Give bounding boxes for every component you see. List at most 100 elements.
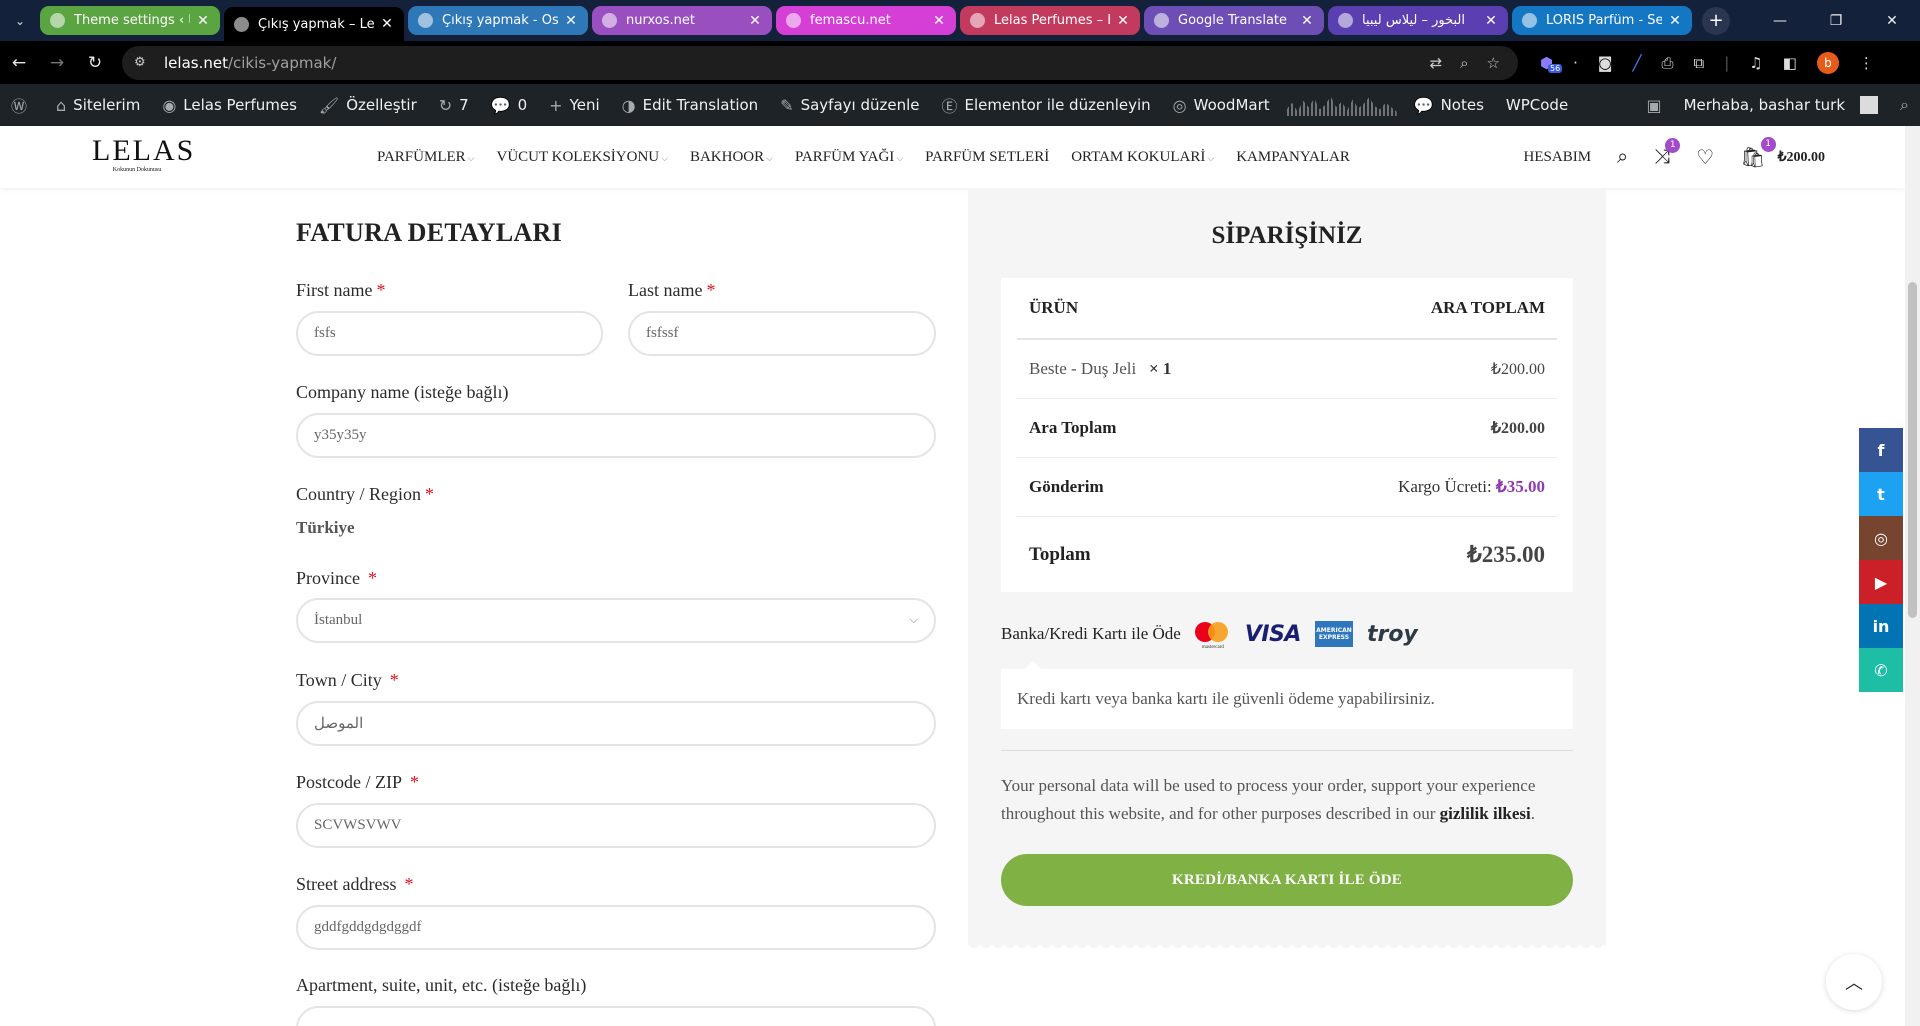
admin-bar-notes[interactable]: 💬 Notes [1403, 84, 1495, 126]
browser-tab[interactable]: Google Translate ✕ [1144, 6, 1324, 35]
nav-item[interactable]: ORTAM KOKULARİ ⌵ [1071, 149, 1214, 166]
zoom-icon[interactable]: ⌕ [1460, 54, 1468, 72]
scroll-to-top-button[interactable]: ︿ [1826, 954, 1882, 1010]
tab-close-icon[interactable]: ✕ [196, 13, 210, 29]
tab-close-icon[interactable]: ✕ [380, 16, 394, 32]
minimize-icon[interactable]: — [1752, 0, 1808, 41]
tab-close-icon[interactable]: ✕ [564, 13, 578, 29]
instagram-icon[interactable]: ◎ [1859, 516, 1903, 560]
notes-label: Notes [1440, 96, 1484, 114]
main-navigation: PARFÜMLER ⌵ VÜCUT KOLEKSİYONU ⌵ BAKHOOR ⌵ PARF… [377, 126, 1350, 188]
restore-icon[interactable]: ❐ [1808, 0, 1864, 41]
search-icon[interactable]: ⌕ [1617, 146, 1628, 169]
admin-bar-wpcode[interactable]: WPCode [1495, 84, 1579, 126]
nav-item[interactable]: PARFÜM YAĞI ⌵ [795, 149, 903, 166]
site-info-icon[interactable]: ⚙ [134, 55, 152, 70]
tab-close-icon[interactable]: ✕ [1484, 13, 1498, 29]
admin-bar-item[interactable]: 🖌 Özelleştir [308, 84, 428, 126]
browser-menu-icon[interactable]: ⋮ [1859, 54, 1874, 72]
tab-close-icon[interactable]: ✕ [1668, 13, 1682, 29]
plus-icon: + [549, 95, 563, 115]
browser-tab[interactable]: Çıkış yapmak – Lelas ✕ [224, 7, 404, 41]
admin-bar-item[interactable]: 💬 0 [480, 84, 538, 126]
browser-toolbar: ← → ↻ ⚙ lelas.net/cikis-yapmak/ ⇄ ⌕ ☆ ⬢ 5… [0, 41, 1920, 84]
site-logo[interactable]: LELAS Kokunun Dokunusu [92, 136, 193, 174]
browser-tab[interactable]: Lelas Perfumes – Kol ✕ [960, 6, 1140, 35]
translate-page-icon[interactable]: ⇄ [1430, 54, 1443, 72]
camera-icon[interactable]: ◙ [1598, 54, 1613, 72]
privacy-policy-link[interactable]: gizlilik ilkesi [1440, 804, 1531, 823]
side-panel-icon[interactable]: ◧ [1783, 54, 1797, 72]
close-window-icon[interactable]: ✕ [1864, 0, 1920, 41]
subtotal-label: Ara Toplam [1029, 418, 1117, 437]
new-tab-button[interactable]: + [1702, 6, 1730, 35]
admin-bar-item[interactable]: ✎ Sayfayı düzenle [769, 84, 930, 126]
city-input[interactable]: الموصل [296, 701, 936, 746]
visa-icon: VISA [1244, 621, 1302, 647]
extension-badge-icon[interactable]: ⬢ 56 [1540, 54, 1563, 73]
analytics-sparkline[interactable] [1286, 96, 1397, 116]
profile-avatar[interactable]: b [1816, 51, 1839, 74]
province-label: Province * [296, 568, 377, 588]
nav-item[interactable]: BAKHOOR ⌵ [690, 149, 773, 166]
nav-item[interactable]: PARFÜMLER ⌵ [377, 149, 474, 166]
browser-tab[interactable]: Çıkış yapmak - Osma ✕ [408, 6, 588, 35]
tab-close-icon[interactable]: ✕ [932, 13, 946, 29]
admin-bar-item[interactable]: ◎ WoodMart [1162, 84, 1281, 126]
admin-bar-search[interactable]: ⌕ [1889, 84, 1920, 126]
printer-icon[interactable]: ⎙ [1661, 54, 1673, 72]
street-input[interactable]: gddfgddgdgdggdf [296, 905, 936, 950]
browser-tab[interactable]: nurxos.net ✕ [592, 6, 772, 35]
back-button[interactable]: ← [0, 41, 38, 84]
admin-bar-item[interactable]: ◉ Lelas Perfumes [151, 84, 308, 126]
tab-close-icon[interactable]: ✕ [1116, 13, 1130, 29]
linkedin-icon[interactable]: in [1859, 604, 1903, 648]
address-bar[interactable]: ⚙ lelas.net/cikis-yapmak/ ⇄ ⌕ ☆ [122, 45, 1518, 80]
youtube-icon[interactable]: ▶ [1859, 560, 1903, 604]
nav-item[interactable]: PARFÜM SETLERİ [925, 149, 1049, 166]
admin-bar-item[interactable]: + Yeni [538, 84, 610, 126]
admin-bar-item[interactable]: ⌂ Sitelerim [45, 84, 151, 126]
tab-close-icon[interactable]: ✕ [748, 13, 762, 29]
url-host: lelas.net [164, 53, 228, 72]
place-order-button[interactable]: KREDİ/BANKA KARTI İLE ÖDE [1001, 854, 1573, 906]
admin-bar-item[interactable]: ↻ 7 [428, 84, 480, 126]
browser-tab[interactable]: LORİS Parfüm - Seni ✕ [1512, 6, 1692, 35]
account-link[interactable]: HESABIM [1524, 149, 1592, 166]
admin-bar-notification-icon[interactable]: ▣ [1635, 84, 1672, 126]
forward-button[interactable]: → [38, 41, 76, 84]
tab-search-chevron-icon[interactable]: ⌄ [0, 0, 40, 41]
browser-tab[interactable]: femascu.net ✕ [776, 6, 956, 35]
company-input[interactable]: y35y35y [296, 413, 936, 458]
whatsapp-icon[interactable]: ✆ [1859, 648, 1903, 692]
facebook-icon[interactable]: f [1859, 428, 1903, 472]
apartment-input[interactable] [296, 1006, 936, 1026]
nav-item[interactable]: VÜCUT KOLEKSİYONU ⌵ [496, 149, 667, 166]
scrollbar-thumb[interactable] [1908, 282, 1917, 618]
browser-tab[interactable]: البخور – ليلاس ليبيا ✕ [1328, 6, 1508, 35]
admin-bar-item[interactable]: ◑ Edit Translation [611, 84, 770, 126]
last-name-input[interactable]: fsfssf [628, 311, 936, 356]
browser-tab[interactable]: Theme settings ‹ ليبيا ✕ [40, 6, 220, 35]
admin-bar-account[interactable]: Merhaba, bashar turk [1673, 84, 1889, 126]
tab-close-icon[interactable]: ✕ [1300, 13, 1314, 29]
cart-bag-icon[interactable]: 🛍 1 [1740, 136, 1776, 170]
bookmark-star-icon[interactable]: ☆ [1487, 54, 1500, 72]
wishlist-heart-icon[interactable]: ♡ [1696, 145, 1714, 170]
admin-bar-item[interactable]: Ⓦ [0, 84, 45, 126]
nav-item[interactable]: KAMPANYALAR [1236, 149, 1350, 166]
compare-icon[interactable]: ⤨ 1 [1654, 137, 1681, 169]
province-select[interactable]: İstanbul ⌵ [296, 598, 936, 643]
pen-icon[interactable]: ╱ [1632, 54, 1641, 72]
twitter-icon[interactable]: t [1859, 472, 1903, 516]
cart-total[interactable]: ₺200.00 [1778, 149, 1825, 166]
page-scrollbar[interactable] [1905, 126, 1920, 1026]
media-control-icon[interactable]: ♫ [1749, 54, 1762, 72]
payment-method-label[interactable]: Banka/Kredi Kartı ile Öde mastercard VIS… [1001, 620, 1418, 650]
reload-button[interactable]: ↻ [76, 41, 114, 84]
postcode-input[interactable]: SCVWSVWV [296, 803, 936, 848]
extensions-puzzle-icon[interactable]: ⧉ [1694, 54, 1705, 72]
admin-bar-item[interactable]: Ⓔ Elementor ile düzenleyin [931, 84, 1162, 126]
extension-dot-icon[interactable]: · [1573, 54, 1578, 72]
first-name-input[interactable]: fsfs [296, 311, 603, 356]
